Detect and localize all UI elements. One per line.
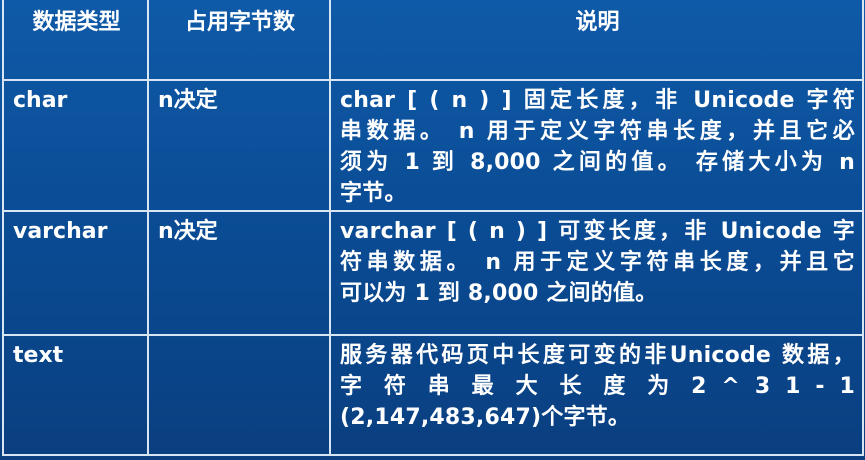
cell-bytes bbox=[147, 334, 331, 456]
cell-type: char bbox=[2, 79, 149, 212]
table-header-row: 数据类型 占用字节数 说明 bbox=[2, 0, 864, 81]
table-row: varchar n决定 varchar [ ( n ) ] 可变长度，非 Uni… bbox=[2, 210, 864, 336]
cell-description: char [ ( n ) ] 固定长度，非 Unicode 字符 串数据。 n … bbox=[329, 79, 864, 212]
description-line: 串数据。 n 用于定义字符串长度，并且它必 bbox=[340, 119, 855, 144]
description-line: 须为 1 到 8,000 之间的值。 存储大小为 n bbox=[340, 150, 855, 175]
cell-description: 服务器代码页中长度可变的非Unicode 数据， 字 符 串 最 大 长 度 为… bbox=[329, 334, 864, 456]
cell-description: varchar [ ( n ) ] 可变长度，非 Unicode 字 符串数据。… bbox=[329, 210, 864, 336]
cell-type: text bbox=[2, 334, 149, 456]
header-bytes: 占用字节数 bbox=[147, 0, 331, 81]
cell-bytes: n决定 bbox=[147, 210, 331, 336]
cell-type: varchar bbox=[2, 210, 149, 336]
description-line: 字节。 bbox=[340, 181, 407, 206]
description-line: char [ ( n ) ] 固定长度，非 Unicode 字符 bbox=[340, 88, 855, 113]
data-type-table: 数据类型 占用字节数 说明 char n决定 char [ ( n ) ] 固定… bbox=[2, 0, 864, 456]
description-line: varchar [ ( n ) ] 可变长度，非 Unicode 字 bbox=[340, 219, 855, 244]
description-line: 可以为 1 到 8,000 之间的值。 bbox=[340, 281, 658, 306]
cell-bytes: n决定 bbox=[147, 79, 331, 212]
table-row: char n决定 char [ ( n ) ] 固定长度，非 Unicode 字… bbox=[2, 79, 864, 212]
description-line: 服务器代码页中长度可变的非Unicode 数据， bbox=[340, 343, 855, 368]
header-description: 说明 bbox=[329, 0, 864, 81]
slide: 数据类型 占用字节数 说明 char n决定 char [ ( n ) ] 固定… bbox=[0, 0, 865, 460]
table-row: text 服务器代码页中长度可变的非Unicode 数据， 字 符 串 最 大 … bbox=[2, 334, 864, 456]
description-line: 符串数据。 n 用于定义字符串长度，并且它 bbox=[340, 250, 855, 275]
description-line: 字 符 串 最 大 长 度 为 2 ^ 3 1 - 1 bbox=[340, 374, 855, 399]
header-data-type: 数据类型 bbox=[2, 0, 149, 81]
description-line: (2,147,483,647)个字节。 bbox=[340, 405, 631, 430]
